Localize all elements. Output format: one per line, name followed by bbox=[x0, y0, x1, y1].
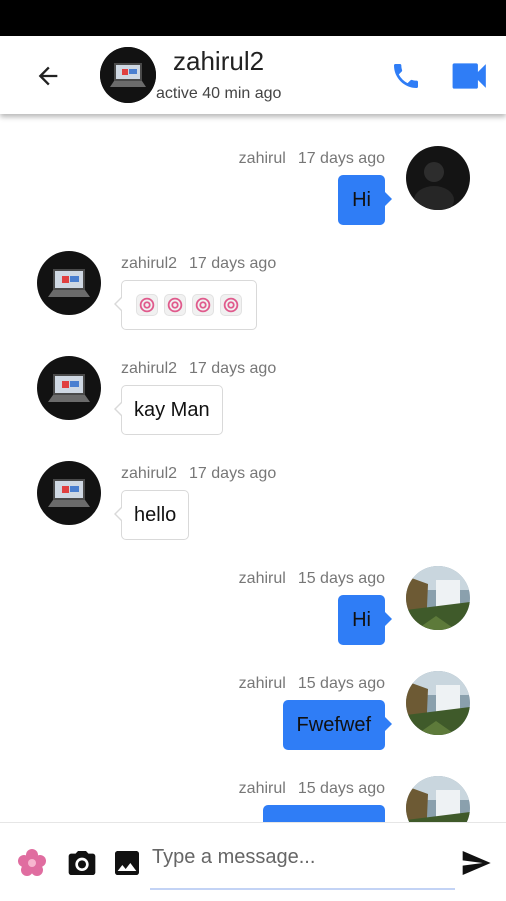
message-time: 17 days ago bbox=[189, 465, 277, 482]
sticker-icon bbox=[164, 294, 186, 316]
message-item: zahirul2 17 days ago kay Man bbox=[0, 356, 506, 465]
message-item: zahirul2 17 days ago hello bbox=[0, 461, 506, 570]
arrow-back-icon[interactable] bbox=[34, 62, 62, 90]
message-meta: zahirul2 17 days ago bbox=[121, 255, 276, 273]
message-time: 17 days ago bbox=[189, 360, 277, 377]
avatar[interactable] bbox=[406, 566, 470, 630]
avatar[interactable] bbox=[37, 356, 101, 420]
chat-header: zahirul2 active 40 min ago bbox=[0, 36, 506, 114]
message-item: zahirul 15 days ago bbox=[0, 776, 506, 822]
dark-portrait-icon bbox=[406, 146, 470, 210]
message-item: zahirul2 17 days ago bbox=[0, 251, 506, 360]
message-bubble[interactable]: kay Man bbox=[114, 385, 223, 435]
message-bubble[interactable] bbox=[114, 280, 257, 330]
message-bubble[interactable]: Hi bbox=[338, 175, 392, 225]
sticker-icon bbox=[192, 294, 214, 316]
send-icon[interactable] bbox=[460, 847, 492, 879]
message-bubble[interactable] bbox=[263, 805, 392, 822]
avatar[interactable] bbox=[406, 776, 470, 822]
message-bubble[interactable]: Fwefwef bbox=[282, 700, 393, 750]
waterfall-landscape-icon bbox=[406, 566, 470, 630]
waterfall-landscape-icon bbox=[406, 671, 470, 735]
message-time: 15 days ago bbox=[297, 570, 385, 587]
sender-name: zahirul2 bbox=[121, 255, 178, 272]
message-list[interactable]: zahirul 17 days ago Hi zahirul2 17 days ag… bbox=[0, 114, 506, 822]
avatar[interactable] bbox=[100, 47, 156, 103]
message-meta: zahirul 15 days ago bbox=[239, 675, 385, 693]
waterfall-landscape-icon bbox=[406, 776, 470, 822]
message-meta: zahirul 17 days ago bbox=[239, 150, 385, 168]
message-time: 17 days ago bbox=[189, 255, 277, 272]
message-composer bbox=[0, 822, 506, 901]
avatar[interactable] bbox=[406, 146, 470, 210]
sender-name: zahirul bbox=[238, 780, 286, 797]
laptop-photo-icon bbox=[37, 461, 101, 525]
sender-name: zahirul bbox=[238, 675, 286, 692]
laptop-photo-icon bbox=[37, 251, 101, 315]
video-camera-icon[interactable] bbox=[451, 60, 489, 92]
status-bar bbox=[0, 0, 506, 36]
laptop-photo-icon bbox=[100, 47, 156, 103]
presence-status: active 40 min ago bbox=[156, 85, 282, 102]
sticker-icon bbox=[220, 294, 242, 316]
input-underline bbox=[150, 888, 455, 890]
sender-name: zahirul2 bbox=[121, 360, 178, 377]
sender-name: zahirul bbox=[238, 150, 286, 167]
camera-icon[interactable] bbox=[66, 847, 98, 879]
phone-icon[interactable] bbox=[390, 60, 422, 92]
avatar[interactable] bbox=[406, 671, 470, 735]
image-icon[interactable] bbox=[111, 847, 143, 879]
sender-name: zahirul2 bbox=[121, 465, 178, 482]
chat-title: zahirul2 bbox=[173, 46, 265, 76]
message-item: zahirul 15 days ago Hi bbox=[0, 566, 506, 675]
flower-sticker-icon[interactable] bbox=[16, 847, 48, 879]
message-item: zahirul 17 days ago Hi bbox=[0, 146, 506, 255]
sender-name: zahirul bbox=[238, 570, 286, 587]
sticker-icon bbox=[136, 294, 158, 316]
message-meta: zahirul2 17 days ago bbox=[121, 465, 276, 483]
message-meta: zahirul2 17 days ago bbox=[121, 360, 276, 378]
laptop-photo-icon bbox=[37, 356, 101, 420]
message-meta: zahirul 15 days ago bbox=[239, 570, 385, 588]
message-bubble[interactable]: hello bbox=[113, 490, 190, 540]
message-time: 17 days ago bbox=[297, 150, 385, 167]
message-time: 15 days ago bbox=[297, 675, 385, 692]
message-input[interactable] bbox=[150, 833, 459, 881]
message-bubble[interactable]: Hi bbox=[338, 595, 392, 645]
message-time: 15 days ago bbox=[297, 780, 385, 797]
message-meta: zahirul 15 days ago bbox=[239, 780, 385, 798]
avatar[interactable] bbox=[37, 251, 101, 315]
avatar[interactable] bbox=[37, 461, 101, 525]
message-item: zahirul 15 days ago Fwefwef bbox=[0, 671, 506, 780]
